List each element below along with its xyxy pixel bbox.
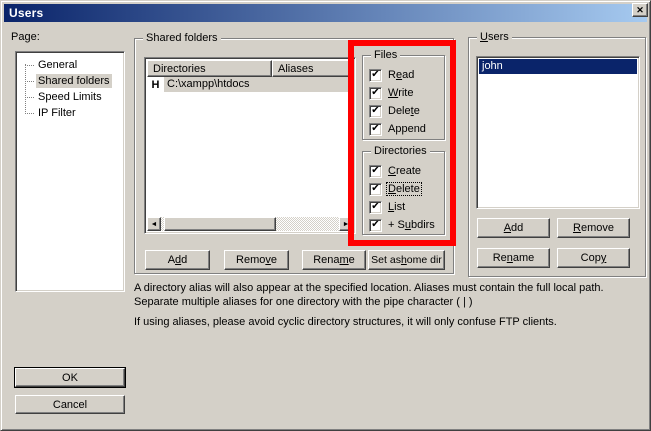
checkmark-icon: ✔ (371, 220, 379, 230)
page-item-ip-filter[interactable]: IP Filter (16, 105, 124, 121)
cancel-button[interactable]: Cancel (15, 395, 125, 414)
page-item-general[interactable]: General (16, 57, 124, 73)
checkmark-icon: ✔ (371, 166, 379, 176)
scroll-left-icon: ◄ (151, 221, 158, 228)
column-header-directories[interactable]: Directories (147, 60, 272, 77)
listview-header: Directories Aliases (147, 60, 353, 77)
subdirs-checkbox[interactable]: ✔ (369, 219, 382, 232)
checkbox-files-write[interactable]: ✔ Write (369, 84, 442, 102)
set-as-home-dir-button[interactable]: Set as home dir (368, 250, 445, 270)
users-group: Users john Add Remove Rename Copy (468, 37, 646, 277)
copy-user-button[interactable]: Copy (557, 248, 630, 268)
directories-permissions-group: Directories ✔ Create ✔ Delete ✔ List ✔ +… (362, 151, 445, 235)
page-label: Page: (11, 31, 40, 43)
scrollbar-thumb[interactable] (164, 217, 276, 231)
checkmark-icon: ✔ (371, 124, 379, 134)
checkmark-icon: ✔ (371, 70, 379, 80)
list-checkbox[interactable]: ✔ (369, 201, 382, 214)
title-bar[interactable]: Users (4, 4, 647, 22)
checkbox-files-read[interactable]: ✔ Read (369, 66, 442, 84)
scroll-right-button[interactable]: ► (339, 217, 353, 231)
delete-checkbox[interactable]: ✔ (369, 105, 382, 118)
delete-dirs-checkbox[interactable]: ✔ (369, 183, 382, 196)
alias-note: A directory alias will also appear at th… (134, 281, 642, 309)
page-item-shared-folders[interactable]: Shared folders (16, 73, 124, 89)
window-title: Users (9, 6, 43, 20)
directory-path: C:\xampp\htdocs (164, 77, 353, 92)
directory-row[interactable]: H C:\xampp\htdocs (147, 77, 353, 92)
files-group-label: Files (371, 49, 400, 61)
checkbox-dirs-delete[interactable]: ✔ Delete (369, 180, 442, 198)
users-list: john (476, 56, 640, 209)
remove-folder-button[interactable]: Remove (224, 250, 289, 270)
cyclic-note: If using aliases, please avoid cyclic di… (134, 315, 642, 329)
directories-listview: Directories Aliases H C:\xampp\htdocs ◄ … (144, 57, 356, 234)
checkmark-icon: ✔ (371, 106, 379, 116)
rename-user-button[interactable]: Rename (477, 248, 550, 268)
checkmark-icon: ✔ (371, 88, 379, 98)
checkmark-icon: ✔ (371, 184, 379, 194)
ok-button[interactable]: OK (15, 368, 125, 387)
checkbox-files-append[interactable]: ✔ Append (369, 120, 442, 138)
page-list: General Shared folders Speed Limits IP F… (15, 51, 125, 292)
scroll-right-icon: ► (343, 221, 350, 228)
directories-group-label: Directories (371, 145, 430, 157)
remove-user-button[interactable]: Remove (557, 218, 630, 238)
add-user-button[interactable]: Add (477, 218, 550, 238)
column-header-aliases[interactable]: Aliases (272, 60, 353, 77)
create-checkbox[interactable]: ✔ (369, 165, 382, 178)
users-group-label: Users (477, 31, 512, 43)
user-list-item[interactable]: john (479, 59, 637, 74)
read-checkbox[interactable]: ✔ (369, 69, 382, 82)
shared-folders-group-label: Shared folders (143, 32, 221, 44)
checkmark-icon: ✔ (371, 202, 379, 212)
page-item-speed-limits[interactable]: Speed Limits (16, 89, 124, 105)
horizontal-scrollbar[interactable]: ◄ ► (147, 217, 353, 231)
append-checkbox[interactable]: ✔ (369, 123, 382, 136)
close-button[interactable]: ✕ (632, 3, 648, 17)
checkbox-files-delete[interactable]: ✔ Delete (369, 102, 442, 120)
close-icon: ✕ (636, 6, 644, 15)
checkbox-dirs-subdirs[interactable]: ✔ + Subdirs (369, 216, 442, 234)
add-folder-button[interactable]: Add (145, 250, 210, 270)
checkbox-dirs-create[interactable]: ✔ Create (369, 162, 442, 180)
checkbox-dirs-list[interactable]: ✔ List (369, 198, 442, 216)
files-permissions-group: Files ✔ Read ✔ Write ✔ Delete ✔ Append (362, 55, 445, 140)
page-tree: General Shared folders Speed Limits IP F… (16, 52, 124, 291)
write-checkbox[interactable]: ✔ (369, 87, 382, 100)
scroll-left-button[interactable]: ◄ (147, 217, 161, 231)
notes: A directory alias will also appear at th… (134, 281, 642, 329)
rename-folder-button[interactable]: Rename (302, 250, 366, 270)
shared-folders-group: Shared folders Directories Aliases H C:\… (134, 38, 454, 274)
users-dialog: Users ✕ Page: General Shared folders Spe… (0, 0, 651, 431)
home-dir-marker: H (147, 79, 164, 91)
scrollbar-track[interactable] (276, 217, 339, 231)
